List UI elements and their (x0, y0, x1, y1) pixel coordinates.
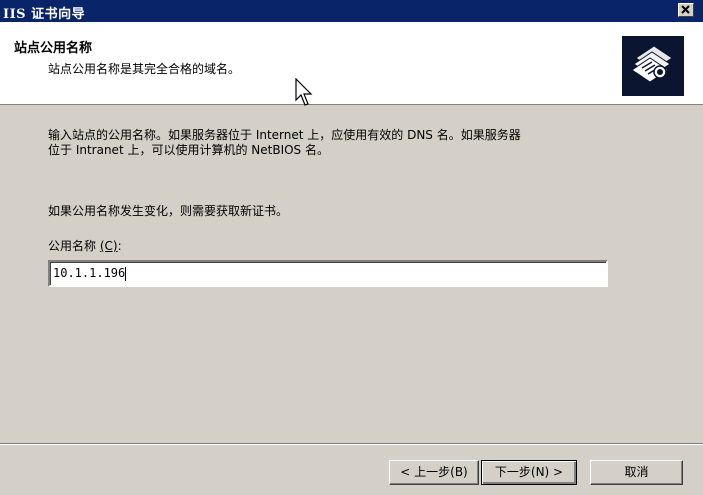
common-name-accelerator: (C) (99, 239, 118, 253)
window-title: IIS 证书向导 (3, 7, 86, 22)
common-name-label-text: 公用名称 (48, 239, 97, 253)
header-subtitle: 站点公用名称是其完全合格的域名。 (48, 62, 241, 76)
instruction-line-1: 输入站点的公用名称。如果服务器位于 Internet 上，应使用有效的 DNS … (48, 128, 521, 142)
mouse-cursor-icon (295, 78, 313, 106)
back-button[interactable]: < 上一步(B) (389, 460, 479, 485)
common-name-colon: : (117, 239, 122, 253)
wizard-header: 站点公用名称 站点公用名称是其完全合格的域名。 (0, 22, 703, 106)
close-icon (681, 5, 690, 14)
instruction-line-2: 位于 Intranet 上，可以使用计算机的 NetBIOS 名。 (48, 143, 329, 157)
cancel-button[interactable]: 取消 (590, 460, 683, 485)
instruction-paragraph: 输入站点的公用名称。如果服务器位于 Internet 上，应使用有效的 DNS … (48, 128, 668, 158)
header-title: 站点公用名称 (14, 41, 93, 56)
certificate-wizard-icon (622, 36, 684, 96)
change-notice: 如果公用名称发生变化，则需要获取新证书。 (48, 204, 289, 218)
title-bar: IIS 证书向导 (0, 0, 703, 22)
common-name-input[interactable]: 10.1.1.196 (48, 260, 608, 287)
footer-separator (0, 443, 703, 445)
common-name-label: 公用名称 (C): (48, 237, 122, 254)
close-button[interactable] (678, 3, 694, 17)
text-caret (125, 266, 127, 281)
next-button[interactable]: 下一步(N) > (481, 460, 577, 485)
common-name-value: 10.1.1.196 (53, 266, 126, 280)
